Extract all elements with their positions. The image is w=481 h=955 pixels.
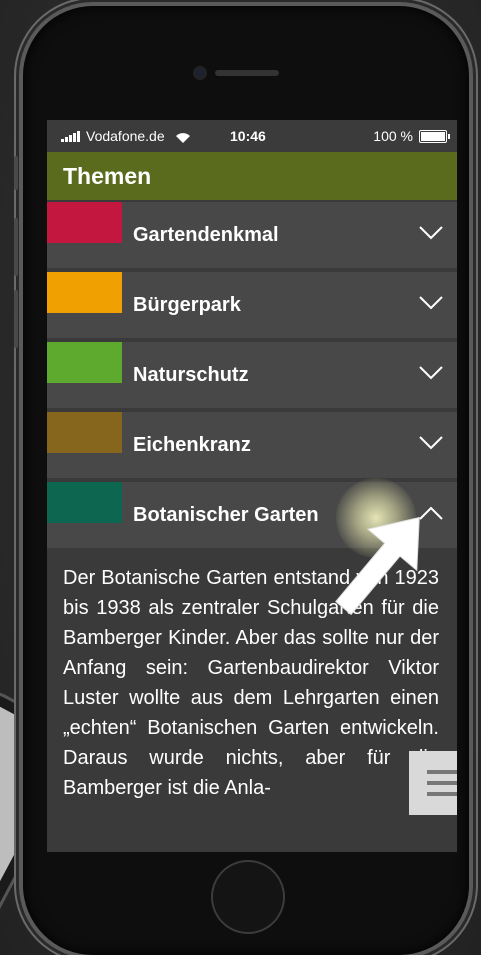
topic-label: Gartendenkmal	[133, 224, 279, 246]
front-camera	[195, 68, 205, 78]
volume-up-button	[14, 218, 18, 276]
topic-list: Gartendenkmal Bürgerpark Naturschutz Eichen…	[47, 202, 457, 549]
page-title: Themen	[47, 152, 457, 200]
mute-switch	[14, 156, 18, 190]
wifi-icon	[175, 131, 190, 143]
topic-row[interactable]: Botanischer Garten	[47, 482, 457, 549]
chevron-down-icon[interactable]	[419, 296, 443, 310]
topic-color-swatch	[47, 482, 122, 523]
earpiece-speaker	[215, 70, 279, 76]
menu-button[interactable]	[409, 751, 457, 815]
chevron-down-icon[interactable]	[419, 436, 443, 450]
home-button[interactable]	[213, 862, 283, 932]
topic-row[interactable]: Gartendenkmal	[47, 202, 457, 269]
topic-row[interactable]: Eichenkranz	[47, 412, 457, 479]
chevron-down-icon[interactable]	[419, 226, 443, 240]
topic-color-swatch	[47, 272, 122, 313]
topic-label: Botanischer Garten	[133, 504, 319, 526]
app-screen: Vodafone.de 10:46 100 % Themen Gartenden…	[47, 120, 457, 852]
signal-strength-icon	[61, 130, 80, 142]
status-bar: Vodafone.de 10:46 100 %	[47, 120, 457, 152]
topic-color-swatch	[47, 412, 122, 453]
hamburger-menu-icon	[427, 770, 457, 774]
topic-label: Eichenkranz	[133, 434, 251, 456]
topic-description: Der Botanische Garten entstand von 1923 …	[47, 549, 457, 803]
chevron-up-icon[interactable]	[419, 506, 443, 520]
topic-row[interactable]: Naturschutz	[47, 342, 457, 409]
clock: 10:46	[230, 128, 266, 144]
battery-icon	[419, 129, 450, 143]
topic-label: Bürgerpark	[133, 294, 241, 316]
topic-label: Naturschutz	[133, 364, 249, 386]
topic-color-swatch	[47, 342, 122, 383]
battery-percentage: 100 %	[373, 128, 413, 144]
phone-frame: Vodafone.de 10:46 100 % Themen Gartenden…	[14, 6, 469, 955]
topic-color-swatch	[47, 202, 122, 243]
chevron-down-icon[interactable]	[419, 366, 443, 380]
topic-row[interactable]: Bürgerpark	[47, 272, 457, 339]
carrier-info: Vodafone.de	[61, 128, 190, 144]
carrier-name: Vodafone.de	[86, 128, 165, 144]
volume-down-button	[14, 290, 18, 348]
battery-status: 100 %	[373, 128, 450, 144]
